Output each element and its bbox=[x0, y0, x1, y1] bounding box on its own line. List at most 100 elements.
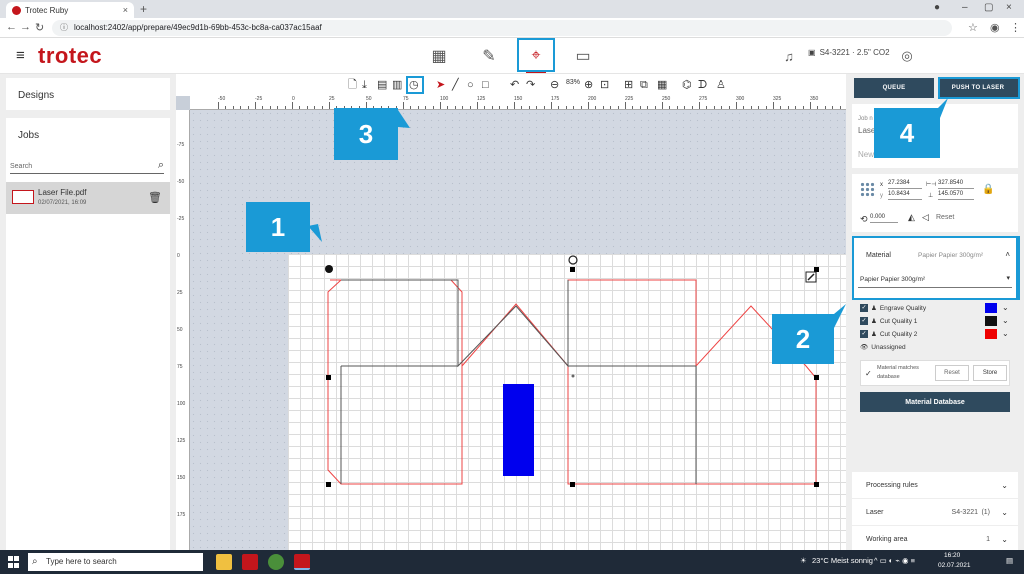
browser-tab[interactable]: Trotec Ruby × bbox=[6, 2, 134, 18]
ruby-app-icon[interactable] bbox=[294, 554, 310, 570]
x-input[interactable]: 27.2384 bbox=[888, 180, 922, 189]
device-indicator[interactable]: ▣ S4-3221 · 2.5" CO2 bbox=[808, 48, 890, 57]
weather-icon[interactable]: ☀ bbox=[800, 556, 807, 565]
y-input[interactable]: 10.8434 bbox=[888, 191, 922, 200]
forward-icon[interactable]: → bbox=[20, 21, 31, 33]
lock-ratio-icon[interactable]: 🔒 bbox=[982, 184, 994, 195]
callout-3: 3 bbox=[334, 108, 398, 160]
search-icon[interactable]: ⌕ bbox=[158, 156, 164, 174]
rotate-handle-icon[interactable] bbox=[568, 255, 578, 265]
windows-start-icon[interactable] bbox=[8, 556, 20, 568]
chevron-down-icon[interactable]: ⌄ bbox=[1002, 329, 1009, 338]
checkbox-checked[interactable]: ✓ bbox=[860, 304, 868, 312]
anchor-grid-icon[interactable] bbox=[860, 182, 876, 198]
app-header: ≡ trotec ▦ ✎ ⌖ ▭ ♫ ▣ S4-3221 · 2.5" CO2 … bbox=[0, 38, 1024, 74]
profile-dot-icon[interactable]: ● bbox=[934, 2, 940, 13]
match-text-1: Material matches bbox=[877, 365, 919, 371]
chevron-down-icon[interactable]: ⌄ bbox=[1001, 535, 1008, 544]
reset-transform-button[interactable]: Reset bbox=[936, 214, 954, 221]
taskbar-search-placeholder: Type here to search bbox=[46, 557, 117, 566]
back-icon[interactable]: ← bbox=[6, 21, 17, 33]
url-text: localhost:2402/app/prepare/49ec9d1b-69bb… bbox=[74, 23, 322, 32]
minimize-icon[interactable]: – bbox=[962, 2, 968, 13]
store-material-button[interactable]: Store bbox=[973, 365, 1007, 381]
chevron-down-icon[interactable]: ⌄ bbox=[1002, 303, 1009, 312]
tree-icon: ♟ bbox=[871, 318, 877, 325]
cut-quality-2-row[interactable]: ✓ ♟ Cut Quality 2 bbox=[860, 330, 917, 338]
job-list-item[interactable]: Laser File.pdf 02/07/2021, 16:09 🗑 bbox=[6, 182, 170, 214]
hamburger-menu-icon[interactable]: ≡ bbox=[16, 47, 25, 64]
callout-1: 1 bbox=[246, 202, 310, 252]
chevron-down-icon[interactable]: ⌄ bbox=[1002, 316, 1009, 325]
cut1-color-swatch[interactable] bbox=[985, 316, 997, 326]
acrobat-icon[interactable] bbox=[242, 554, 258, 570]
close-window-icon[interactable]: × bbox=[1006, 2, 1012, 13]
cut-quality-1-row[interactable]: ✓ ♟ Cut Quality 1 bbox=[860, 317, 917, 325]
job-search-input[interactable]: Search ⌕ bbox=[10, 156, 164, 174]
job-name: Laser File.pdf bbox=[38, 188, 87, 197]
designs-card[interactable]: Designs bbox=[6, 78, 170, 110]
rotation-input[interactable]: 0.000 bbox=[870, 214, 898, 223]
material-database-button[interactable]: Material Database bbox=[860, 392, 1010, 412]
menu-dots-icon[interactable]: ⋮ bbox=[1010, 21, 1021, 34]
tray-icons[interactable]: ^ ▭ ◐ ⌁ ◉ ≡ bbox=[874, 556, 915, 565]
queue-button[interactable]: QUEUE bbox=[854, 78, 934, 98]
unassigned-label: Unassigned bbox=[871, 343, 906, 351]
reset-material-button[interactable]: Reset bbox=[935, 365, 969, 381]
design-svg[interactable] bbox=[176, 74, 846, 550]
chevron-down-icon[interactable]: ⌄ bbox=[1001, 508, 1008, 517]
processing-rules-row[interactable]: Processing rules ⌄ bbox=[852, 472, 1018, 498]
account-icon[interactable]: ◉ bbox=[990, 21, 1000, 34]
tab-title: Trotec Ruby bbox=[25, 5, 69, 15]
tree-icon: ♟ bbox=[871, 331, 877, 338]
working-area-row[interactable]: Working area 1 ⌄ bbox=[852, 526, 1018, 552]
cut2-color-swatch[interactable] bbox=[985, 329, 997, 339]
weather-text[interactable]: 23°C Meist sonnig bbox=[812, 556, 873, 565]
dashboard-icon[interactable]: ▦ bbox=[428, 45, 450, 67]
taskbar-search-input[interactable]: ⌕ Type here to search bbox=[28, 553, 203, 571]
new-tab-icon[interactable]: + bbox=[140, 2, 147, 16]
checkbox-checked[interactable]: ✓ bbox=[860, 330, 868, 338]
flip-vertical-icon[interactable]: ◁ bbox=[922, 212, 929, 223]
browser-tab-bar: Trotec Ruby × + ● – ▢ × bbox=[0, 0, 1024, 18]
notification-bell-icon[interactable]: ♫ bbox=[778, 45, 800, 67]
reload-icon[interactable]: ↻ bbox=[35, 21, 44, 34]
width-input[interactable]: 327.8540 bbox=[938, 180, 974, 189]
address-bar-row: ← → ↻ ⓘ localhost:2402/app/prepare/49ec9… bbox=[0, 18, 1024, 38]
center-point bbox=[571, 374, 575, 378]
origin-target-icon[interactable] bbox=[325, 265, 333, 273]
highlight-push bbox=[938, 77, 1020, 99]
device-icon: ▣ bbox=[808, 48, 816, 57]
engrave-color-swatch[interactable] bbox=[985, 303, 997, 313]
clock-date[interactable]: 02.07.2021 bbox=[938, 562, 971, 569]
close-tab-icon[interactable]: × bbox=[123, 5, 128, 15]
laser-row[interactable]: Laser S4-3221 (1) ⌄ bbox=[852, 499, 1018, 525]
notifications-icon[interactable]: ▤ bbox=[1006, 556, 1013, 565]
chrome-icon[interactable] bbox=[268, 554, 284, 570]
file-explorer-icon[interactable] bbox=[216, 554, 232, 570]
cut-contour-red[interactable] bbox=[327, 279, 817, 485]
left-panel: Designs Jobs Search ⌕ Laser File.pdf 02/… bbox=[0, 74, 176, 550]
eye-icon[interactable]: 👁 bbox=[860, 343, 868, 351]
engrave-quality-row[interactable]: ✓ ♟ Engrave Quality bbox=[860, 304, 926, 312]
match-text-2: database bbox=[877, 374, 900, 380]
height-input[interactable]: 145.0570 bbox=[938, 191, 974, 200]
checkbox-checked[interactable]: ✓ bbox=[860, 317, 868, 325]
unassigned-row[interactable]: 👁 Unassigned bbox=[860, 343, 906, 352]
laser-machine-icon[interactable]: ▭ bbox=[572, 45, 594, 67]
clock-time[interactable]: 16:20 bbox=[944, 552, 960, 559]
trash-icon[interactable]: 🗑 bbox=[148, 191, 162, 204]
bookmark-star-icon[interactable]: ☆ bbox=[968, 21, 978, 34]
laser-count: (1) bbox=[981, 508, 990, 516]
user-account-icon[interactable]: ◎ bbox=[896, 45, 918, 67]
job-date: 02/07/2021, 16:09 bbox=[38, 200, 87, 206]
chevron-down-icon[interactable]: ⌄ bbox=[1001, 481, 1008, 490]
highlight-prepare bbox=[517, 38, 555, 72]
maximize-icon[interactable]: ▢ bbox=[984, 2, 993, 13]
width-icon: ⊢⊣ bbox=[926, 182, 937, 188]
flip-horizontal-icon[interactable]: ◭ bbox=[908, 212, 915, 223]
tree-icon: ♟ bbox=[871, 305, 877, 312]
url-input[interactable]: ⓘ localhost:2402/app/prepare/49ec9d1b-69… bbox=[52, 20, 952, 36]
design-edit-icon[interactable]: ✎ bbox=[478, 45, 500, 67]
engrave-rectangle[interactable] bbox=[503, 384, 534, 476]
